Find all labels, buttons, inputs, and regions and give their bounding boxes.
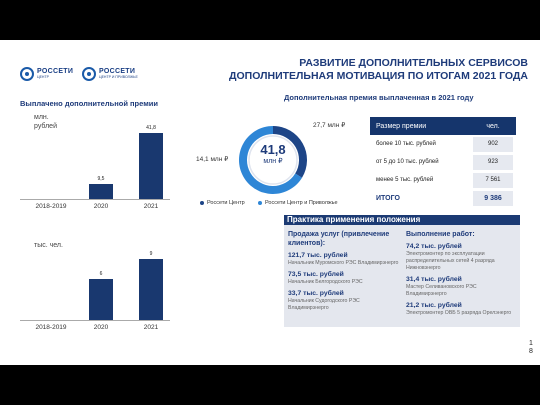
- practice-sales-column: Продажа услуг (привлечение клиентов): 12…: [288, 231, 399, 311]
- logo-rosseti-center: РОССЕТИ ЦЕНТР: [20, 67, 73, 81]
- donut-total-value: 41,8: [260, 142, 286, 157]
- rosseti-logo-icon: [20, 67, 34, 81]
- practice-panel: Практика применения положения Продажа ус…: [284, 215, 520, 327]
- left-section-title: Выплачено дополнительной премии: [20, 99, 158, 108]
- chart1-baseline: [20, 199, 170, 200]
- table-total-row: ИТОГО 9 386: [370, 189, 516, 207]
- donut-center: 41,8 млн ₽: [233, 143, 313, 166]
- table-row: менее 5 тыс. рублей 7 561: [370, 171, 516, 189]
- x-tick-label: 2021: [143, 203, 159, 210]
- legend-center: Россети Центр: [200, 200, 260, 207]
- legend-dot-icon: [200, 201, 204, 205]
- bar-value-label: 6: [99, 271, 103, 278]
- chart-bonus-paid: 2018-2019 9,5 2020 41,8 2021: [20, 120, 170, 210]
- chart-bar: [139, 259, 163, 320]
- x-tick-label: 2018-2019: [35, 324, 67, 331]
- x-tick-label: 2018-2019: [35, 203, 67, 210]
- x-tick-label: 2021: [143, 324, 159, 331]
- bar-value-label: 9: [149, 251, 153, 258]
- table-header: Размер премии чел.: [370, 117, 516, 135]
- bar-value-label: 9,5: [97, 175, 105, 182]
- bar-value-label: 41,8: [146, 124, 156, 131]
- chart2-baseline: [20, 320, 170, 321]
- page-number: 18: [529, 340, 533, 355]
- rosseti-logo-icon: [82, 67, 96, 81]
- legend-dot-icon: [258, 201, 262, 205]
- logo-rosseti-center-volga: РОССЕТИ ЦЕНТР И ПРИВОЛЖЬЕ: [82, 67, 138, 81]
- donut-label-volga: 27,7 млн ₽: [313, 122, 346, 129]
- practice-title: Практика применения положения: [284, 215, 520, 225]
- bonus-size-table: Размер премии чел. более 10 тыс. рублей …: [370, 117, 516, 207]
- legend-volga: Россети Центр и Приволжье: [258, 200, 338, 207]
- chart-bar: [89, 184, 113, 199]
- donut-label-center: 14,1 млн ₽: [196, 156, 229, 163]
- table-row: от 5 до 10 тыс. рублей 923: [370, 153, 516, 171]
- slide: РОССЕТИ ЦЕНТР РОССЕТИ ЦЕНТР И ПРИВОЛЖЬЕ …: [0, 40, 540, 365]
- donut-total-unit: млн ₽: [263, 158, 283, 165]
- x-tick-label: 2020: [93, 324, 109, 331]
- practice-works-column: Выполнение работ: 74,2 тыс. рублей Элект…: [406, 231, 512, 316]
- chart-bar: [89, 279, 113, 320]
- page-title: РАЗВИТИЕ ДОПОЛНИТЕЛЬНЫХ СЕРВИСОВ ДОПОЛНИ…: [229, 57, 528, 82]
- donut-title: Дополнительная премия выплаченная в 2021…: [284, 93, 474, 102]
- chart-bar: [139, 132, 163, 199]
- table-row: более 10 тыс. рублей 902: [370, 135, 516, 153]
- chart-employees: 2018-2019 6 2020 9 2021: [20, 247, 170, 331]
- x-tick-label: 2020: [93, 203, 109, 210]
